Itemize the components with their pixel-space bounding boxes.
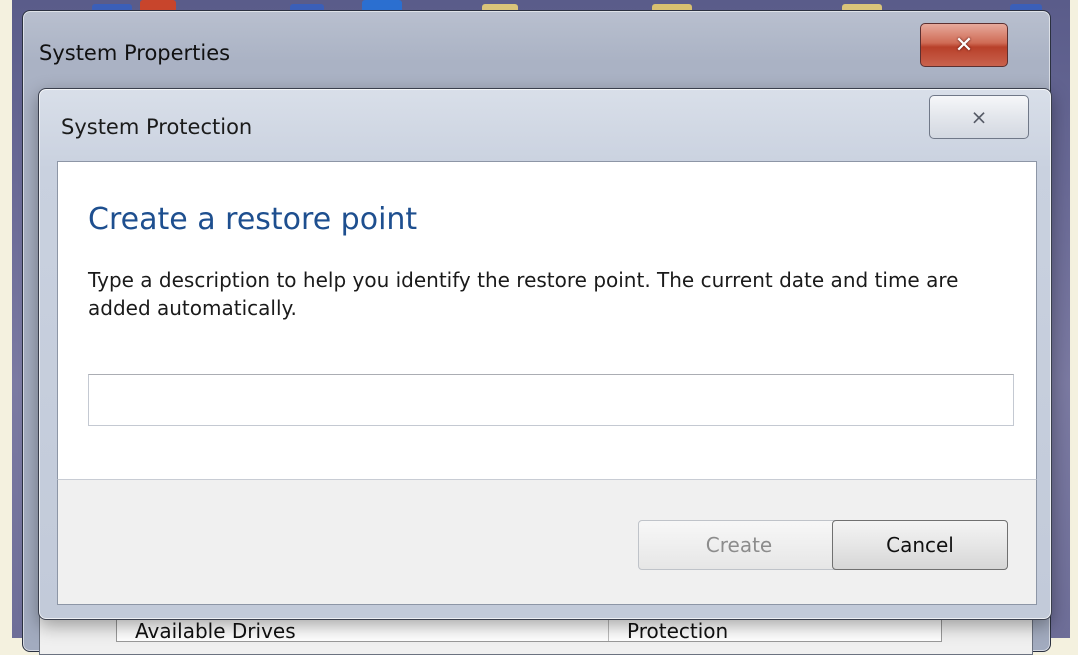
cancel-button[interactable]: Cancel	[832, 520, 1008, 570]
dialog-content-panel: Create a restore point Type a descriptio…	[57, 161, 1037, 480]
dialog-close-button[interactable]: ⨯	[929, 95, 1029, 139]
system-properties-title: System Properties	[39, 41, 231, 65]
dialog-title: System Protection	[61, 115, 253, 139]
dialog-footer: Create Cancel	[57, 479, 1037, 605]
system-protection-dialog: System Protection ⨯ Create a restore poi…	[38, 88, 1052, 620]
create-button[interactable]: Create	[638, 520, 840, 570]
dialog-description: Type a description to help you identify …	[88, 268, 959, 320]
dialog-heading: Create a restore point	[88, 202, 418, 237]
close-icon: ✕	[954, 32, 974, 58]
close-icon: ⨯	[970, 105, 988, 129]
system-properties-close-button[interactable]: ✕	[920, 23, 1008, 67]
restore-point-description-input[interactable]	[88, 374, 1014, 426]
